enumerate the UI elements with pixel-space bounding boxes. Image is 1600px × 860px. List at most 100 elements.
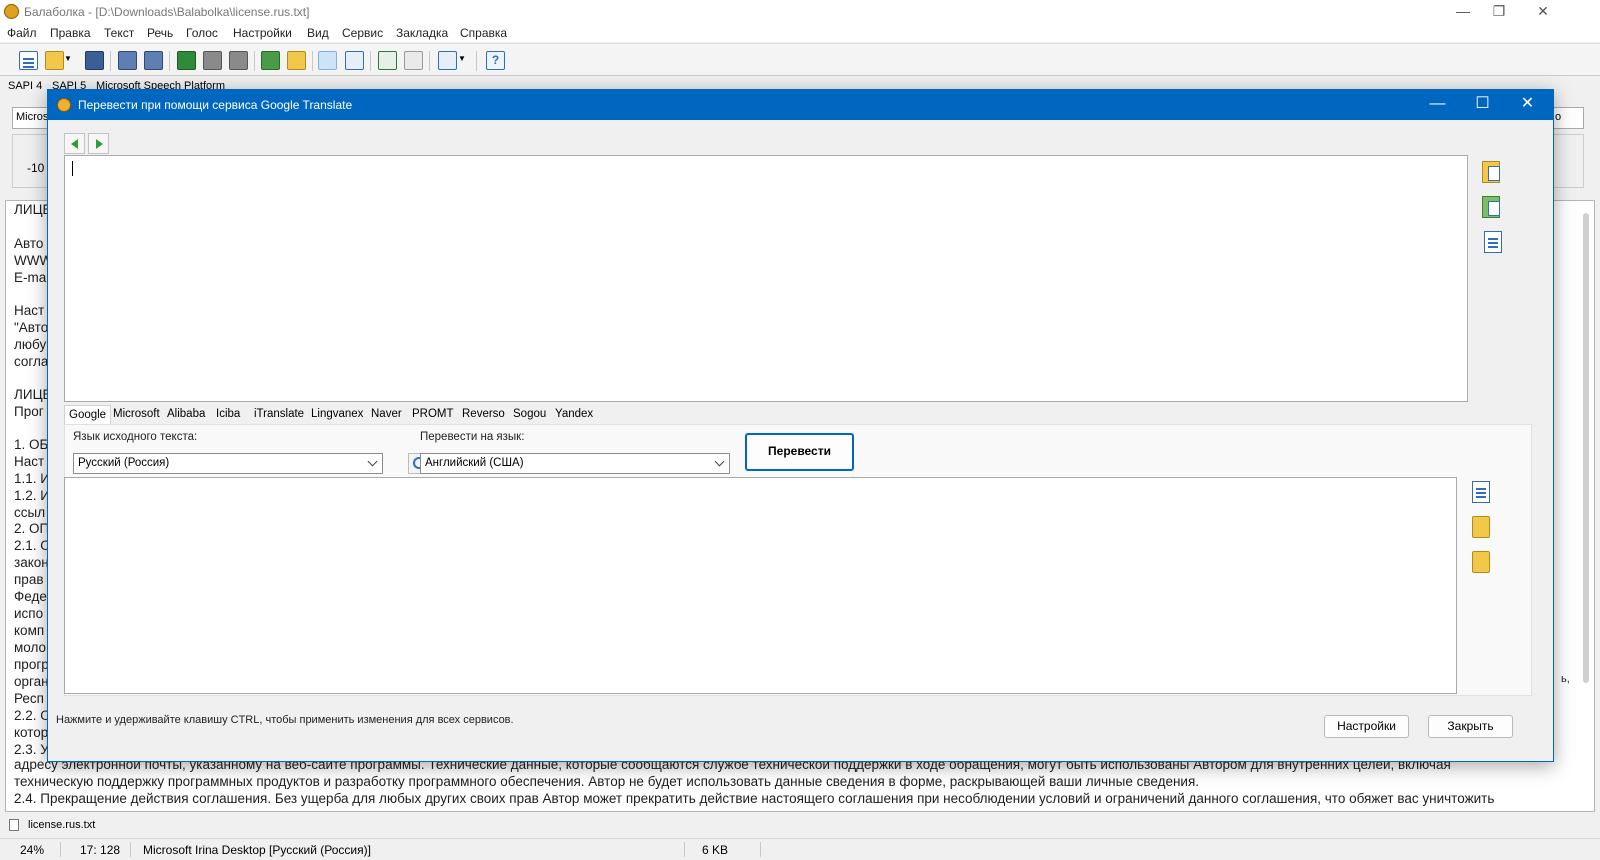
translate-dialog: Перевести при помощи сервиса Google Tran… bbox=[47, 89, 1554, 762]
editor-line: 1.1. И bbox=[14, 471, 50, 486]
window-title: Балаболка - [D:\Downloads\Balabolka\lice… bbox=[24, 5, 310, 19]
dialog-maximize-button[interactable]: ☐ bbox=[1460, 90, 1505, 120]
tab-alibaba[interactable]: Alibaba bbox=[167, 408, 205, 420]
translate-button[interactable]: Перевести bbox=[745, 433, 854, 471]
editor-scrollbar[interactable] bbox=[1583, 213, 1589, 683]
history-forward-button[interactable] bbox=[88, 133, 109, 154]
tab-microsoft[interactable]: Microsoft bbox=[113, 408, 160, 420]
menu-bookmark[interactable]: Закладка bbox=[396, 26, 448, 40]
chevron-down-icon bbox=[367, 456, 378, 467]
stop-icon[interactable] bbox=[229, 51, 248, 70]
target-language-select[interactable]: Английский (США) bbox=[420, 453, 730, 474]
text-caret bbox=[72, 161, 73, 176]
menu-voice[interactable]: Голос bbox=[186, 26, 218, 40]
save-icon[interactable] bbox=[85, 51, 104, 70]
voice-select[interactable]: Micros bbox=[12, 107, 52, 129]
editor-line: орган bbox=[14, 674, 49, 689]
editor-line: 2.3. У bbox=[14, 742, 49, 757]
document-tab-label: license.rus.txt bbox=[28, 819, 96, 831]
ctrl-hint-text: Нажмите и удерживайте клавишу CTRL, чтоб… bbox=[56, 714, 514, 726]
text-file-icon[interactable] bbox=[1484, 231, 1502, 253]
close-button[interactable]: ✕ bbox=[1520, 0, 1566, 24]
read-clipboard-icon[interactable] bbox=[261, 51, 280, 70]
paste-special-icon[interactable] bbox=[1482, 196, 1500, 218]
menu-speech[interactable]: Речь bbox=[147, 26, 173, 40]
pause-icon[interactable] bbox=[203, 51, 222, 70]
editor-line: техническую поддержку программных продук… bbox=[14, 774, 1200, 789]
save-folder-icon[interactable] bbox=[1472, 551, 1490, 573]
options-dropdown-icon[interactable]: ▼ bbox=[458, 54, 466, 73]
editor-line: 1.2. И bbox=[14, 488, 50, 503]
toolbar-divider bbox=[312, 51, 313, 71]
source-language-value: Русский (Россия) bbox=[78, 457, 170, 469]
target-language-label: Перевести на язык: bbox=[420, 431, 525, 443]
menu-file[interactable]: Файл bbox=[7, 26, 37, 40]
main-toolbar: ▼ ▼ ? bbox=[0, 43, 1600, 76]
menu-edit[interactable]: Правка bbox=[50, 26, 91, 40]
arrow-left-icon bbox=[71, 139, 78, 149]
convert-batch-icon[interactable] bbox=[144, 51, 163, 70]
paste-clipboard-icon[interactable] bbox=[1482, 161, 1500, 183]
settings-button[interactable]: Настройки bbox=[1324, 715, 1409, 738]
menu-settings[interactable]: Настройки bbox=[233, 26, 292, 40]
editor-line: закон bbox=[14, 555, 49, 570]
split-view-icon[interactable] bbox=[318, 51, 337, 70]
open-dropdown-icon[interactable]: ▼ bbox=[64, 54, 72, 73]
editor-line: ссыл bbox=[14, 505, 46, 520]
tab-iciba[interactable]: Iciba bbox=[216, 408, 240, 420]
tab-lingvanex[interactable]: Lingvanex bbox=[311, 408, 363, 420]
open-file-icon[interactable] bbox=[45, 51, 64, 70]
status-position: 17: 128 bbox=[80, 843, 121, 857]
editor-line: Респ bbox=[14, 691, 44, 706]
status-zoom: 24% bbox=[20, 843, 45, 857]
status-divider bbox=[684, 842, 685, 857]
main-titlebar: Балаболка - [D:\Downloads\Balabolka\lice… bbox=[0, 0, 1600, 24]
editor-line: испо bbox=[14, 606, 44, 621]
translate-icon[interactable] bbox=[345, 51, 364, 70]
menu-service[interactable]: Сервис bbox=[342, 26, 383, 40]
editor-line: котор bbox=[14, 725, 49, 740]
editor-line: E-ma bbox=[14, 270, 47, 285]
menu-text[interactable]: Текст bbox=[104, 26, 134, 40]
close-dialog-button[interactable]: Закрыть bbox=[1428, 715, 1513, 738]
source-text-area[interactable] bbox=[64, 155, 1468, 402]
copy-icon[interactable] bbox=[1472, 481, 1490, 503]
help-icon[interactable]: ? bbox=[486, 51, 505, 70]
source-language-label: Язык исходного текста: bbox=[73, 431, 198, 443]
editor-line: Феде bbox=[14, 589, 47, 604]
tab-promt[interactable]: PROMT bbox=[412, 408, 454, 420]
options-icon[interactable] bbox=[438, 51, 457, 70]
menu-help[interactable]: Справка bbox=[460, 26, 507, 40]
bookmark-prev-icon[interactable] bbox=[378, 51, 397, 70]
tab-google[interactable]: Google bbox=[64, 405, 112, 426]
editor-line: согла bbox=[14, 354, 49, 369]
tab-itranslate[interactable]: iTranslate bbox=[254, 408, 304, 420]
status-voice: Microsoft Irina Desktop [Русский (Россия… bbox=[143, 843, 371, 857]
menu-view[interactable]: Вид bbox=[307, 26, 329, 40]
tab-naver[interactable]: Naver bbox=[371, 408, 402, 420]
read-file-icon[interactable] bbox=[287, 51, 306, 70]
editor-line: 2.2. О bbox=[14, 708, 51, 723]
balabolka-app-icon bbox=[4, 4, 19, 19]
bookmark-next-icon[interactable] bbox=[404, 51, 423, 70]
tab-sogou[interactable]: Sogou bbox=[513, 408, 546, 420]
translated-text-area[interactable] bbox=[64, 477, 1457, 694]
tab-yandex[interactable]: Yandex bbox=[555, 408, 593, 420]
source-language-select[interactable]: Русский (Россия) bbox=[73, 453, 383, 474]
menu-bar: Файл Правка Текст Речь Голос Настройки В… bbox=[0, 24, 1600, 42]
convert-icon[interactable] bbox=[118, 51, 137, 70]
maximize-button[interactable]: ❐ bbox=[1476, 0, 1522, 24]
dialog-close-button[interactable]: ✕ bbox=[1505, 90, 1550, 120]
dialog-titlebar: Перевести при помощи сервиса Google Tran… bbox=[48, 90, 1553, 120]
tab-reverso[interactable]: Reverso bbox=[462, 408, 505, 420]
new-file-icon[interactable] bbox=[19, 51, 38, 70]
dialog-minimize-button[interactable]: — bbox=[1415, 90, 1460, 120]
editor-line: любу bbox=[14, 337, 47, 352]
toolbar-divider bbox=[169, 51, 170, 71]
history-back-button[interactable] bbox=[64, 133, 85, 154]
play-icon[interactable] bbox=[177, 51, 196, 70]
status-divider bbox=[130, 842, 131, 857]
open-folder-icon[interactable] bbox=[1472, 516, 1490, 538]
tab-sapi4[interactable]: SAPI 4 bbox=[8, 80, 42, 92]
toolbar-divider bbox=[476, 51, 477, 71]
